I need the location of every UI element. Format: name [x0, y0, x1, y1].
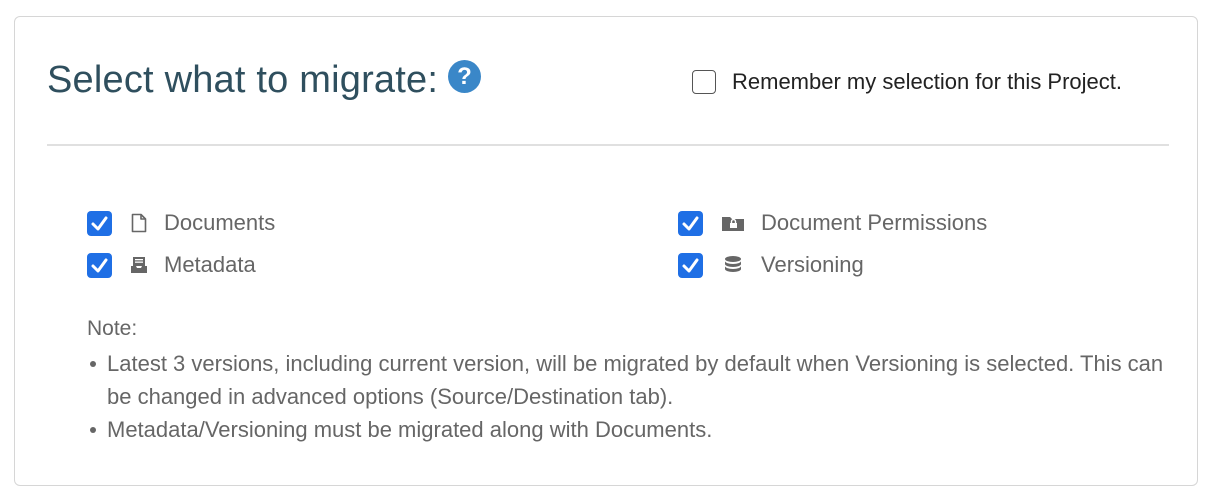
metadata-checkbox[interactable] — [87, 252, 112, 278]
question-circle-icon[interactable]: ? — [448, 60, 481, 93]
database-icon — [721, 255, 745, 275]
option-metadata[interactable]: Metadata — [87, 252, 256, 278]
note-item: Metadata/Versioning must be migrated alo… — [87, 413, 1187, 446]
option-label: Document Permissions — [761, 210, 988, 235]
document-permissions-checkbox[interactable] — [678, 210, 703, 236]
page-title: Select what to migrate: — [47, 59, 439, 101]
option-label: Metadata — [164, 252, 256, 277]
file-icon — [130, 213, 148, 233]
note-item: Latest 3 versions, including current ver… — [87, 347, 1187, 413]
checkmark-icon — [91, 258, 108, 272]
remember-selection-checkbox[interactable]: Remember my selection for this Project. — [692, 69, 1122, 95]
option-label: Documents — [164, 210, 276, 235]
option-document-permissions[interactable]: Document Permissions — [678, 210, 987, 236]
checkmark-icon — [91, 216, 108, 230]
checkmark-icon — [682, 216, 699, 230]
migrate-panel: Select what to migrate: ? Remember my se… — [14, 16, 1198, 486]
option-documents[interactable]: Documents — [87, 210, 275, 236]
divider — [47, 144, 1169, 146]
folder-lock-icon — [721, 213, 745, 233]
inbox-tray-icon — [130, 255, 148, 275]
remember-checkbox-box[interactable] — [692, 70, 716, 94]
documents-checkbox[interactable] — [87, 210, 112, 236]
versioning-checkbox[interactable] — [678, 252, 703, 278]
note-list: Latest 3 versions, including current ver… — [87, 347, 1187, 446]
option-label: Versioning — [761, 252, 864, 277]
remember-selection-label: Remember my selection for this Project. — [732, 69, 1123, 94]
checkmark-icon — [682, 258, 699, 272]
option-versioning[interactable]: Versioning — [678, 252, 864, 278]
note-title: Note: — [87, 317, 138, 340]
